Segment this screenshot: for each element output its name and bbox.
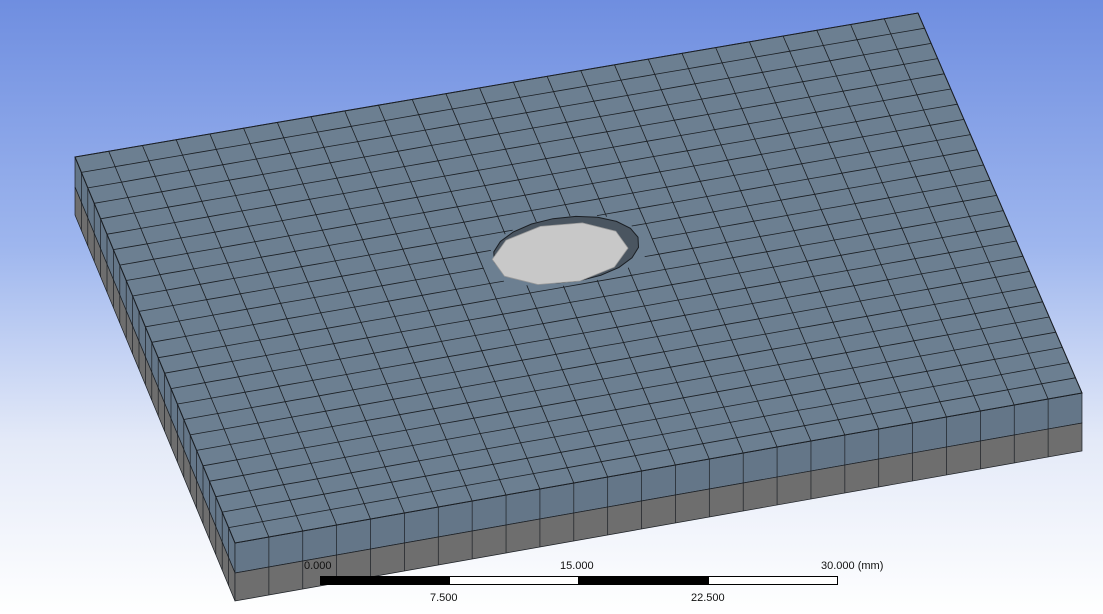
scale-label-22-5: 22.500 bbox=[691, 592, 725, 604]
graphics-viewport[interactable]: 0.000 15.000 30.000 (mm) 7.500 22.500 bbox=[0, 0, 1103, 614]
scale-segment-3 bbox=[578, 576, 709, 585]
scale-segment-2 bbox=[449, 576, 579, 585]
scale-segment-1 bbox=[320, 576, 450, 585]
scale-label-15: 15.000 bbox=[560, 560, 594, 572]
scale-label-30-mm: 30.000 (mm) bbox=[821, 560, 884, 572]
scale-label-0: 0.000 bbox=[304, 560, 332, 572]
meshed-plate-model[interactable] bbox=[0, 0, 1103, 614]
scale-label-7-5: 7.500 bbox=[430, 592, 458, 604]
mesh-layer bbox=[74, 12, 1083, 602]
scale-ruler: 0.000 15.000 30.000 (mm) 7.500 22.500 bbox=[300, 558, 900, 608]
scale-segment-4 bbox=[708, 576, 838, 585]
